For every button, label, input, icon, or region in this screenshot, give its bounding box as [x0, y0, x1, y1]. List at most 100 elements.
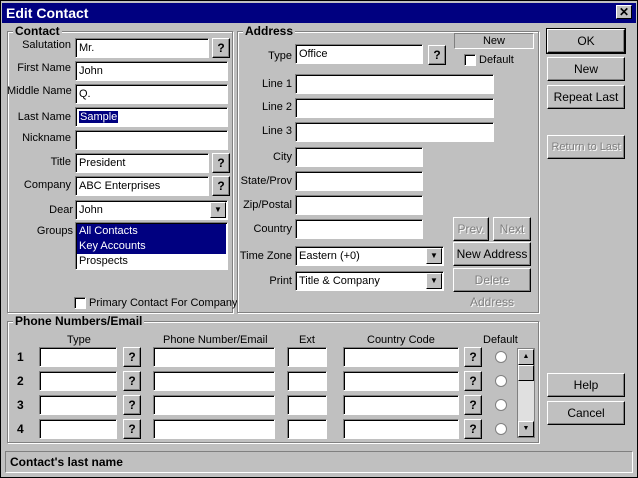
edit-contact-window: Edit Contact ✕ Contact Salutation Mr. ? … [0, 0, 638, 478]
last-name-field[interactable]: Sample [75, 107, 228, 127]
title-field[interactable]: President [75, 153, 209, 173]
salutation-label: Salutation [22, 39, 71, 51]
address-type-field[interactable]: Office [295, 44, 423, 64]
line3-field[interactable] [295, 122, 494, 142]
new-address-indicator: New [454, 33, 534, 49]
dear-value: John [79, 204, 103, 216]
chevron-down-icon[interactable]: ▼ [210, 202, 226, 218]
phone-type-lookup-button[interactable]: ? [123, 371, 141, 391]
company-lookup-button[interactable]: ? [212, 176, 230, 196]
list-item[interactable]: Key Accounts [77, 239, 226, 254]
zip-field[interactable] [295, 195, 423, 215]
dear-combo[interactable]: John ▼ [75, 200, 228, 220]
middle-name-label: Middle Name [7, 85, 72, 97]
default-address-checkbox[interactable] [464, 54, 476, 66]
phone-ext-header: Ext [299, 334, 315, 346]
phone-default-radio[interactable] [495, 375, 507, 387]
timezone-value: Eastern (+0) [299, 250, 360, 262]
phone-type-field[interactable] [39, 371, 117, 391]
ok-button[interactable]: OK [546, 28, 626, 54]
new-address-button[interactable]: New Address [453, 242, 531, 266]
scroll-thumb[interactable] [518, 365, 534, 381]
phone-row-number: 3 [17, 398, 24, 412]
phone-type-lookup-button[interactable]: ? [123, 395, 141, 415]
phone-ext-field[interactable] [287, 395, 327, 415]
title-bar: Edit Contact ✕ [2, 3, 636, 23]
nickname-field[interactable] [75, 130, 228, 150]
chevron-down-icon[interactable]: ▼ [426, 273, 442, 289]
city-label: City [273, 151, 292, 163]
next-address-button[interactable]: Next [493, 217, 531, 241]
city-field[interactable] [295, 147, 423, 167]
phone-default-radio[interactable] [495, 351, 507, 363]
phone-country-code-lookup-button[interactable]: ? [464, 347, 482, 367]
phone-country-code-lookup-button[interactable]: ? [464, 371, 482, 391]
state-label: State/Prov [240, 175, 292, 187]
phone-type-field[interactable] [39, 395, 117, 415]
groups-listbox[interactable]: All Contacts Key Accounts Prospects [75, 222, 228, 270]
cancel-button[interactable]: Cancel [547, 401, 625, 425]
phone-type-field[interactable] [39, 419, 117, 439]
phone-default-radio[interactable] [495, 423, 507, 435]
timezone-label: Time Zone [239, 250, 292, 262]
phone-type-lookup-button[interactable]: ? [123, 419, 141, 439]
phone-group-label: Phone Numbers/Email [13, 314, 145, 328]
phone-type-lookup-button[interactable]: ? [123, 347, 141, 367]
state-field[interactable] [295, 171, 423, 191]
phone-ext-field[interactable] [287, 371, 327, 391]
status-bar: Contact's last name [5, 451, 633, 473]
first-name-field[interactable]: John [75, 61, 228, 81]
phone-number-field[interactable] [153, 371, 275, 391]
chevron-down-icon[interactable]: ▼ [426, 248, 442, 264]
groups-label: Groups [36, 225, 73, 237]
line1-field[interactable] [295, 74, 494, 94]
phone-ext-field[interactable] [287, 347, 327, 367]
phone-country-code-field[interactable] [343, 419, 459, 439]
scroll-up-icon[interactable]: ▲ [518, 349, 534, 365]
timezone-combo[interactable]: Eastern (+0) ▼ [295, 246, 444, 266]
title-lookup-button[interactable]: ? [212, 153, 230, 173]
middle-name-field[interactable]: Q. [75, 84, 228, 104]
phone-type-field[interactable] [39, 347, 117, 367]
line2-label: Line 2 [262, 101, 292, 113]
phone-row-number: 2 [17, 374, 24, 388]
title-label: Title [50, 156, 71, 168]
phone-country-code-field[interactable] [343, 347, 459, 367]
company-field[interactable]: ABC Enterprises [75, 176, 209, 196]
print-combo[interactable]: Title & Company ▼ [295, 271, 444, 291]
phone-number-field[interactable] [153, 419, 275, 439]
last-name-value: Sample [79, 111, 119, 123]
phone-number-field[interactable] [153, 395, 275, 415]
last-name-label: Last Name [17, 111, 71, 123]
return-to-last-button[interactable]: Return to Last [547, 135, 625, 159]
company-label: Company [23, 179, 71, 191]
close-icon[interactable]: ✕ [616, 5, 632, 19]
salutation-field[interactable]: Mr. [75, 38, 209, 58]
prev-address-button[interactable]: Prev. [453, 217, 489, 241]
list-item[interactable]: All Contacts [77, 224, 226, 239]
scroll-down-icon[interactable]: ▼ [518, 421, 534, 437]
primary-contact-checkbox[interactable] [74, 297, 86, 309]
address-type-label: Type [268, 50, 292, 62]
country-field[interactable] [295, 219, 423, 239]
window-title: Edit Contact [6, 5, 89, 21]
phone-country-code-lookup-button[interactable]: ? [464, 419, 482, 439]
list-item[interactable]: Prospects [77, 254, 226, 269]
delete-address-button[interactable]: Delete Address [453, 268, 531, 309]
phone-number-field[interactable] [153, 347, 275, 367]
phone-country-code-field[interactable] [343, 371, 459, 391]
phone-scrollbar[interactable]: ▲ ▼ [517, 348, 535, 438]
new-button[interactable]: New [547, 57, 625, 81]
salutation-lookup-button[interactable]: ? [212, 38, 230, 58]
phone-default-radio[interactable] [495, 399, 507, 411]
line2-field[interactable] [295, 98, 494, 118]
address-type-lookup-button[interactable]: ? [428, 45, 446, 65]
phone-row-number: 1 [17, 350, 24, 364]
phone-ext-field[interactable] [287, 419, 327, 439]
country-label: Country [253, 223, 292, 235]
phone-country-code-lookup-button[interactable]: ? [464, 395, 482, 415]
print-value: Title & Company [299, 275, 380, 287]
repeat-last-button[interactable]: Repeat Last [547, 85, 625, 109]
phone-country-code-field[interactable] [343, 395, 459, 415]
help-button[interactable]: Help [547, 373, 625, 397]
